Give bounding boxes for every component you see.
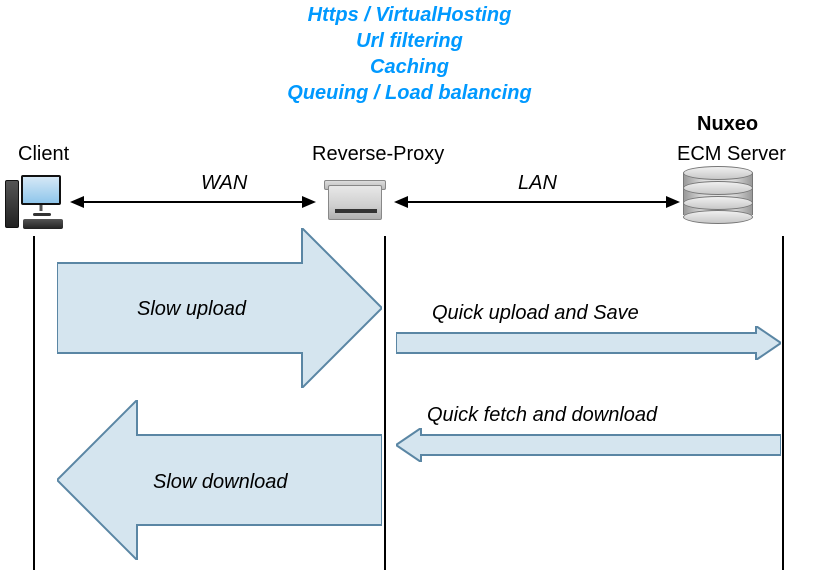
wan-double-arrow [70,194,316,210]
quick-upload-label: Quick upload and Save [432,302,639,325]
proxy-label: Reverse-Proxy [312,143,444,166]
wan-label: WAN [201,172,247,195]
client-lifeline [33,236,35,570]
quick-upload-arrow [396,326,781,365]
server-label: ECM Server [677,143,786,166]
header-line-1: Https / VirtualHosting [0,4,819,27]
nuxeo-brand-label: Nuxeo [697,113,758,136]
quick-fetch-arrow [396,428,781,467]
slow-upload-label: Slow upload [137,298,246,321]
proxy-lifeline [384,236,386,570]
ecm-database-icon [683,166,753,224]
lan-label: LAN [518,172,557,195]
client-computer-icon [5,175,67,233]
server-lifeline [782,236,784,570]
header-line-3: Caching [0,56,819,79]
header-line-2: Url filtering [0,30,819,53]
lan-double-arrow [394,194,680,210]
slow-download-label: Slow download [153,471,288,494]
reverse-proxy-server-icon [320,180,390,225]
client-label: Client [18,143,69,166]
header-line-4: Queuing / Load balancing [0,82,819,105]
quick-fetch-label: Quick fetch and download [427,404,657,427]
